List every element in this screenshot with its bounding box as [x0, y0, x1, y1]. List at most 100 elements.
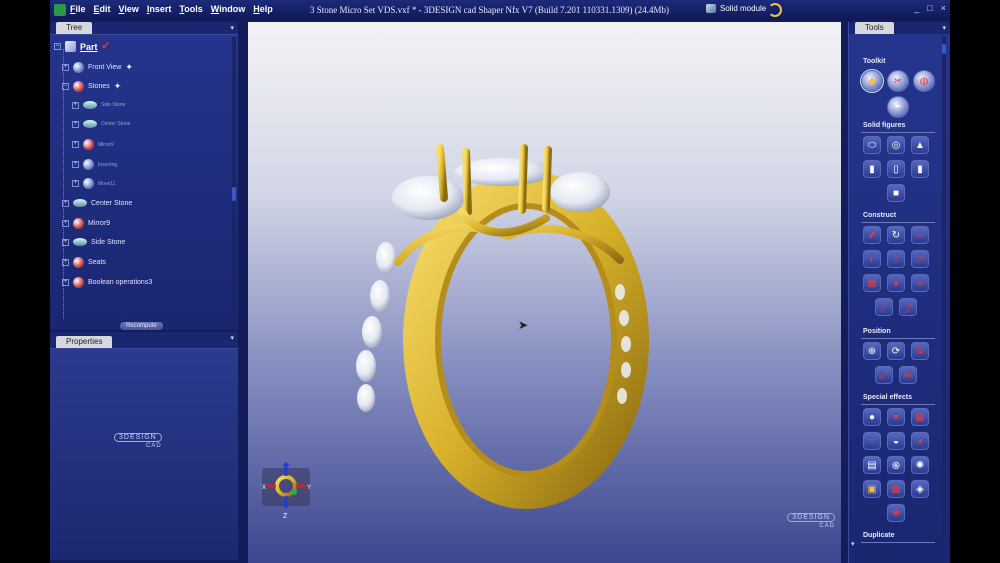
toolkit-settings-button[interactable]: ◍	[913, 70, 935, 92]
pattern-icon: ▦	[891, 483, 901, 495]
solid-tube-button[interactable]: ▯	[887, 160, 905, 178]
scroll-thumb[interactable]	[232, 187, 236, 201]
tree-node-label: Move11	[98, 180, 116, 187]
effect-drop-button[interactable]: ◕	[911, 432, 929, 450]
menu-help[interactable]: Help	[253, 4, 273, 14]
position-align-button[interactable]: ⇅	[911, 342, 929, 360]
solid-torus-button[interactable]: ◎	[887, 136, 905, 154]
close-button[interactable]: ×	[941, 3, 946, 13]
tree-node-move-sub[interactable]: + Move11	[72, 178, 115, 189]
tree-scrollbar[interactable]	[232, 37, 236, 327]
3d-viewport[interactable]: X Y Z ➤ 3DESIGN CAD	[248, 22, 841, 563]
position-move-button[interactable]: ⊕	[863, 342, 881, 360]
construct-loft-button[interactable]: ◐	[863, 250, 881, 268]
menu-file[interactable]: File	[70, 4, 86, 14]
expand-icon[interactable]: +	[62, 199, 69, 207]
minimize-button[interactable]: _	[914, 3, 919, 13]
construct-grid-button[interactable]: ▦	[863, 274, 881, 292]
tree-node-seats[interactable]: + Seats	[62, 257, 106, 268]
effect-star-button[interactable]: ✺	[911, 456, 929, 474]
tube-icon: ▯	[893, 163, 899, 175]
tree-node-stones[interactable]: − Stones ✦	[62, 81, 121, 92]
maximize-button[interactable]: □	[927, 3, 932, 13]
tab-tree[interactable]: Tree	[56, 22, 93, 34]
tab-tools[interactable]: Tools	[855, 22, 894, 34]
solid-cone-button[interactable]: ▲	[911, 136, 929, 154]
menu-view[interactable]: View	[119, 4, 139, 14]
tree-node-side-stone[interactable]: + Side Stone	[62, 238, 125, 246]
panel-arrow-icon[interactable]: ▾	[230, 334, 234, 342]
tools-scrollbar[interactable]	[942, 36, 946, 536]
tree-node-inserting-sub[interactable]: + Inserting	[72, 159, 117, 170]
stone-icon	[73, 199, 87, 207]
position-rotate-button[interactable]: ⟳	[887, 342, 905, 360]
position-mirror-button[interactable]: ⇋	[899, 366, 917, 384]
tree-node-mirror[interactable]: + Mirror9	[62, 218, 110, 229]
recompute-button[interactable]: Recompute	[120, 322, 163, 330]
tree-node-mirror-sub[interactable]: + Mirror9	[72, 139, 114, 150]
panel-arrow-icon[interactable]: ▾	[230, 24, 234, 32]
tree-node-part[interactable]: − Part ✔	[54, 41, 110, 52]
mirror-icon	[83, 139, 94, 150]
toolkit-stone-button[interactable]: ◆	[861, 70, 883, 92]
tab-properties[interactable]: Properties	[56, 336, 113, 348]
solid-module-button[interactable]: Solid module	[706, 4, 766, 13]
toolkit-cut-button[interactable]: ✂	[887, 70, 909, 92]
construct-revolve-button[interactable]: ↻	[887, 226, 905, 244]
expand-icon[interactable]: +	[62, 238, 69, 246]
rotate-icon: ⟳	[891, 345, 901, 357]
part-icon	[65, 41, 76, 52]
solid-prism-button[interactable]: ▮	[911, 160, 929, 178]
tree-node-front-view[interactable]: + Front View ✦	[62, 62, 133, 73]
construct-rail-button[interactable]: ⌇	[887, 250, 905, 268]
texture-icon: ▩	[915, 411, 925, 423]
collapse-icon[interactable]: −	[62, 83, 69, 90]
construct-bend-button[interactable]: ⤴	[899, 298, 917, 316]
solid-cylinder-button[interactable]: ▮	[863, 160, 881, 178]
expand-icon[interactable]: +	[72, 120, 79, 128]
expand-icon[interactable]: +	[62, 279, 69, 286]
effect-sphere-button[interactable]: ●	[863, 408, 881, 426]
menu-edit[interactable]: Edit	[94, 4, 111, 14]
construct-shell-button[interactable]: ⊃	[911, 250, 929, 268]
collapse-icon[interactable]: −	[54, 43, 61, 50]
construct-twist-button[interactable]: ∞	[911, 274, 929, 292]
menu-window[interactable]: Window	[211, 4, 245, 14]
expand-icon[interactable]: +	[62, 259, 69, 266]
expand-icon[interactable]: +	[72, 180, 79, 187]
effect-facet-button[interactable]: ◈	[911, 480, 929, 498]
expand-icon[interactable]: +	[62, 220, 69, 227]
solid-pill-button[interactable]: ⬭	[863, 136, 881, 154]
scroll-thumb[interactable]	[942, 44, 946, 54]
effect-bevel-button[interactable]: ▤	[863, 456, 881, 474]
effect-wave-button[interactable]: ≈	[863, 432, 881, 450]
position-scale-button[interactable]: ⤢	[875, 366, 893, 384]
expand-icon[interactable]: +	[72, 161, 79, 168]
tree-node-center-stone[interactable]: + Center Stone	[62, 199, 132, 207]
panel-arrow-icon[interactable]: ▾	[942, 24, 946, 32]
effect-heart-button[interactable]: ♥	[887, 408, 905, 426]
axis-gizmo[interactable]: X Y Z	[262, 462, 311, 520]
construct-extrude-button[interactable]: ⬈	[863, 226, 881, 244]
tree-node-boolean[interactable]: + Boolean operations3	[62, 277, 152, 288]
construct-blob-button[interactable]: ●	[887, 274, 905, 292]
refresh-icon[interactable]	[768, 3, 782, 17]
effect-emboss-button[interactable]: ◒	[887, 432, 905, 450]
effect-pattern-button[interactable]: ▦	[887, 480, 905, 498]
toolkit-dome-button[interactable]: ◓	[887, 96, 909, 118]
scroll-down-icon[interactable]: ▾	[851, 540, 855, 548]
expand-icon[interactable]: +	[62, 64, 69, 71]
effect-hammer-button[interactable]: ▣	[863, 480, 881, 498]
solid-cube-button[interactable]: ■	[887, 184, 905, 202]
tree-node-side-stone-sub[interactable]: + Side Stone	[72, 101, 125, 109]
effect-spiral-button[interactable]: ֍	[887, 456, 905, 474]
construct-sweep-button[interactable]: 〰	[911, 226, 929, 244]
construct-path-button[interactable]: ╱	[875, 298, 893, 316]
expand-icon[interactable]: +	[72, 101, 79, 109]
effect-texture-button[interactable]: ▩	[911, 408, 929, 426]
effect-stamp-button[interactable]: ✚	[887, 504, 905, 522]
menu-insert[interactable]: Insert	[147, 4, 172, 14]
tree-node-center-stone-sub[interactable]: + Center Stone	[72, 120, 130, 128]
expand-icon[interactable]: +	[72, 141, 79, 148]
menu-tools[interactable]: Tools	[179, 4, 202, 14]
